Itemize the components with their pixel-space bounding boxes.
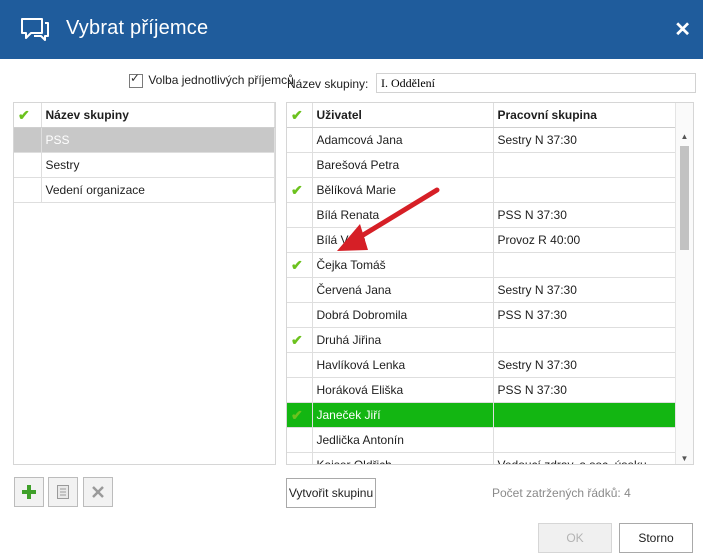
groups-header: Název skupiny bbox=[41, 103, 275, 128]
edit-icon bbox=[57, 485, 69, 499]
user-name: Čejka Tomáš bbox=[312, 252, 494, 278]
user-checkbox-cell[interactable] bbox=[287, 202, 313, 228]
user-work-group bbox=[493, 177, 676, 203]
user-work-group bbox=[493, 252, 676, 278]
user-work-group bbox=[493, 402, 676, 428]
add-group-button[interactable] bbox=[14, 477, 44, 507]
user-row[interactable]: Bílá Renata PSS N 37:30 bbox=[287, 202, 676, 228]
user-checkbox-cell[interactable] bbox=[287, 302, 313, 328]
scroll-down-icon[interactable]: ▼ bbox=[676, 454, 693, 463]
user-name: Bílá Věra bbox=[312, 227, 494, 253]
group-checkbox-cell[interactable] bbox=[14, 152, 42, 178]
user-work-group bbox=[493, 327, 676, 353]
delete-icon bbox=[92, 486, 104, 498]
users-table: ✔ Uživatel Pracovní skupina Adamcová Jan… bbox=[287, 103, 676, 464]
user-name: Bílá Renata bbox=[312, 202, 494, 228]
work-group-column-header: Pracovní skupina bbox=[493, 103, 676, 128]
user-work-group: PSS N 37:30 bbox=[493, 202, 676, 228]
user-row[interactable]: ✔ Druhá Jiřina bbox=[287, 327, 676, 353]
group-checkbox-cell[interactable] bbox=[14, 177, 42, 203]
user-row[interactable]: Jedlička Antonín bbox=[287, 427, 676, 453]
groups-panel: ✔ Název skupiny PSS Sestry Vedení organi… bbox=[13, 102, 276, 465]
checked-rows-count: Počet zatržených řádků: 4 bbox=[492, 486, 631, 500]
user-name: Bělíková Marie bbox=[312, 177, 494, 203]
user-work-group bbox=[493, 427, 676, 453]
user-row[interactable]: Červená Jana Sestry N 37:30 bbox=[287, 277, 676, 303]
individual-recipients-label: Volba jednotlivých příjemců bbox=[148, 73, 294, 87]
user-checkbox-cell[interactable] bbox=[287, 227, 313, 253]
user-name: Kaiser Oldřich bbox=[312, 452, 494, 464]
user-checkbox-cell[interactable] bbox=[287, 377, 313, 403]
ok-button[interactable]: OK bbox=[538, 523, 612, 553]
check-icon[interactable]: ✔ bbox=[287, 252, 313, 278]
check-icon[interactable]: ✔ bbox=[287, 327, 313, 353]
user-row[interactable]: Adamcová Jana Sestry N 37:30 bbox=[287, 127, 676, 153]
user-work-group: Vedoucí zdrav. a soc. úseku bbox=[493, 452, 676, 464]
user-row[interactable]: Horáková Eliška PSS N 37:30 bbox=[287, 377, 676, 403]
group-name: Vedení organizace bbox=[41, 177, 275, 203]
user-name: Druhá Jiřina bbox=[312, 327, 494, 353]
group-row-sestry[interactable]: Sestry bbox=[14, 152, 275, 178]
user-checkbox-cell[interactable] bbox=[287, 427, 313, 453]
edit-group-button[interactable] bbox=[48, 477, 78, 507]
users-check-column-icon: ✔ bbox=[287, 103, 313, 128]
user-checkbox-cell[interactable] bbox=[287, 352, 313, 378]
individual-recipients-option[interactable]: ✓ Volba jednotlivých příjemců bbox=[129, 71, 294, 93]
user-row[interactable]: Kaiser Oldřich Vedoucí zdrav. a soc. úsek… bbox=[287, 452, 676, 464]
user-row[interactable]: Bílá Věra Provoz R 40:00 bbox=[287, 227, 676, 253]
user-work-group: Sestry N 37:30 bbox=[493, 352, 676, 378]
user-checkbox-cell[interactable] bbox=[287, 127, 313, 153]
user-name: Barešová Petra bbox=[312, 152, 494, 178]
close-icon[interactable]: ✕ bbox=[674, 17, 691, 42]
user-row[interactable]: ✔ Janeček Jiří bbox=[287, 402, 676, 428]
user-name: Adamcová Jana bbox=[312, 127, 494, 153]
users-scrollbar[interactable]: ▲ ▼ bbox=[675, 103, 693, 464]
user-name: Havlíková Lenka bbox=[312, 352, 494, 378]
user-name: Horáková Eliška bbox=[312, 377, 494, 403]
group-name-label: Název skupiny: bbox=[287, 77, 369, 91]
user-checkbox-cell[interactable] bbox=[287, 452, 313, 464]
check-icon[interactable]: ✔ bbox=[287, 177, 313, 203]
user-checkbox-cell[interactable] bbox=[287, 152, 313, 178]
group-name-input[interactable] bbox=[376, 73, 696, 93]
cancel-button[interactable]: Storno bbox=[619, 523, 693, 553]
groups-table: ✔ Název skupiny PSS Sestry Vedení organi… bbox=[14, 103, 275, 203]
user-work-group: Sestry N 37:30 bbox=[493, 277, 676, 303]
user-work-group: PSS N 37:30 bbox=[493, 377, 676, 403]
title-bar: Vybrat příjemce ✕ bbox=[0, 0, 703, 59]
user-work-group: Sestry N 37:30 bbox=[493, 127, 676, 153]
group-name: PSS bbox=[41, 127, 275, 153]
user-row[interactable]: Barešová Petra bbox=[287, 152, 676, 178]
user-name: Červená Jana bbox=[312, 277, 494, 303]
groups-check-column-icon: ✔ bbox=[14, 103, 42, 128]
individual-recipients-checkbox[interactable]: ✓ bbox=[129, 71, 143, 88]
user-name: Janeček Jiří bbox=[312, 402, 494, 428]
dialog-title: Vybrat příjemce bbox=[66, 17, 209, 39]
user-row[interactable]: ✔ Bělíková Marie bbox=[287, 177, 676, 203]
group-row-vedeni[interactable]: Vedení organizace bbox=[14, 177, 275, 203]
user-row[interactable]: Dobrá Dobromila PSS N 37:30 bbox=[287, 302, 676, 328]
user-name: Dobrá Dobromila bbox=[312, 302, 494, 328]
user-row[interactable]: ✔ Čejka Tomáš bbox=[287, 252, 676, 278]
scroll-up-icon[interactable]: ▲ bbox=[676, 132, 693, 141]
user-name: Jedlička Antonín bbox=[312, 427, 494, 453]
chat-icon bbox=[21, 18, 49, 41]
user-row[interactable]: Havlíková Lenka Sestry N 37:30 bbox=[287, 352, 676, 378]
delete-group-button[interactable] bbox=[83, 477, 113, 507]
user-work-group bbox=[493, 152, 676, 178]
user-work-group: Provoz R 40:00 bbox=[493, 227, 676, 253]
group-name: Sestry bbox=[41, 152, 275, 178]
create-group-button[interactable]: Vytvořit skupinu bbox=[286, 478, 376, 508]
user-work-group: PSS N 37:30 bbox=[493, 302, 676, 328]
user-column-header: Uživatel bbox=[312, 103, 494, 128]
group-checkbox-cell[interactable] bbox=[14, 127, 42, 153]
user-checkbox-cell[interactable] bbox=[287, 277, 313, 303]
check-icon[interactable]: ✔ bbox=[287, 402, 313, 428]
scroll-thumb[interactable] bbox=[680, 146, 689, 250]
users-panel: ✔ Uživatel Pracovní skupina Adamcová Jan… bbox=[286, 102, 694, 465]
group-row-pss[interactable]: PSS bbox=[14, 127, 275, 153]
plus-icon bbox=[22, 485, 36, 499]
